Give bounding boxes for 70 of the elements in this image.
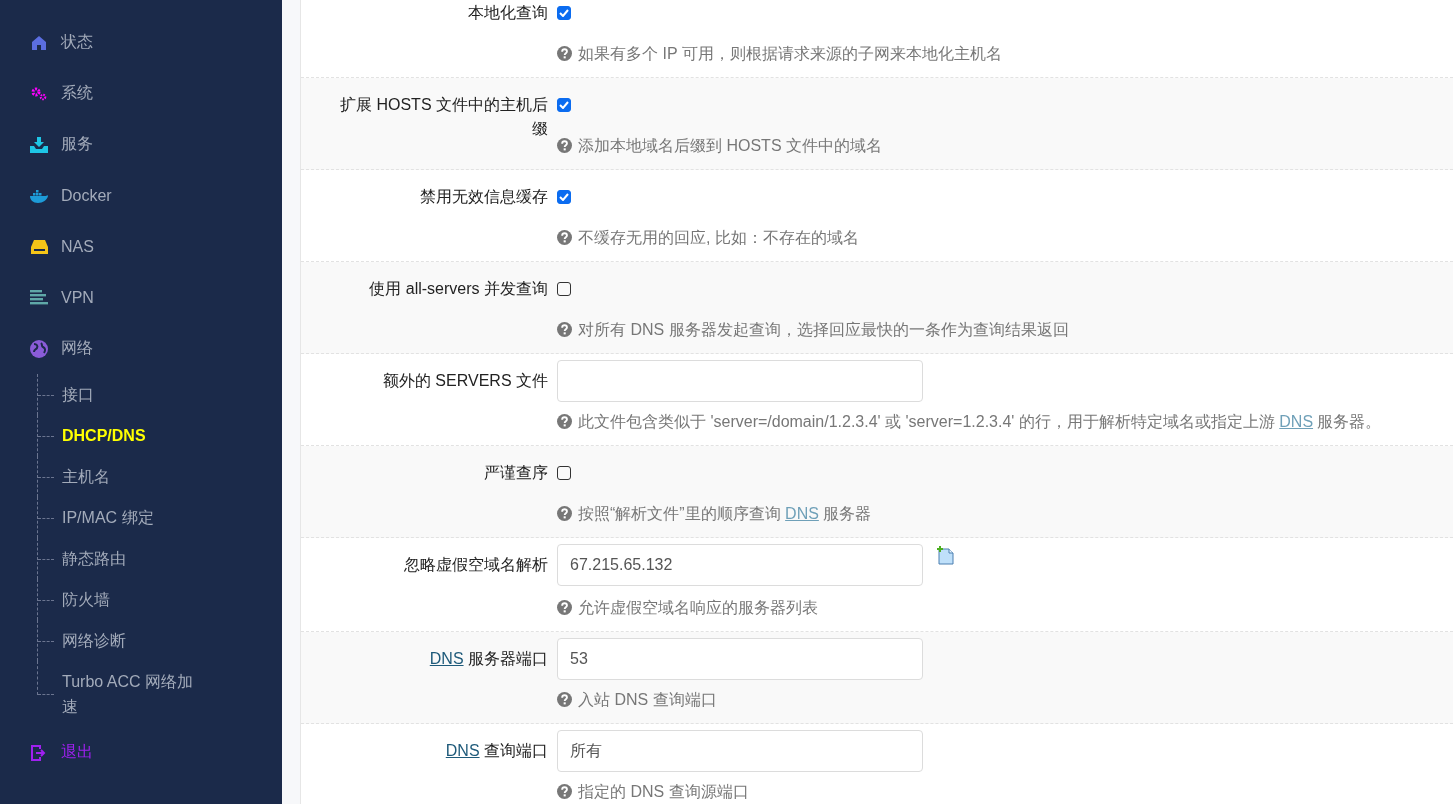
input-field[interactable] — [557, 360, 923, 402]
field-label: 额外的 SERVERS 文件 — [382, 372, 548, 389]
field-label: 本地化查询 — [468, 4, 548, 21]
submenu-item[interactable]: 防火墙 — [62, 579, 110, 620]
help-icon — [557, 692, 572, 707]
help-icon — [557, 600, 572, 615]
lines-icon — [30, 290, 48, 305]
input-field[interactable]: 所有 — [557, 730, 923, 772]
input-field[interactable]: 67.215.65.132 — [557, 544, 923, 586]
submenu-item[interactable]: 网络诊断 — [62, 620, 126, 661]
gears-icon — [30, 85, 48, 102]
help-icon — [557, 322, 572, 337]
checkbox[interactable] — [557, 466, 571, 480]
submenu-item[interactable]: Turbo ACC 网络加速 — [62, 661, 202, 727]
field-label: 禁用无效信息缓存 — [420, 188, 548, 205]
help-text: 如果有多个 IP 可用，则根据请求来源的子网来本地化主机名 — [578, 44, 1002, 64]
tree-connector — [37, 497, 54, 538]
help-icon — [557, 784, 572, 799]
download-icon — [30, 136, 48, 153]
submenu-item[interactable]: 主机名 — [62, 456, 110, 497]
help-text: 添加本地域名后缀到 HOSTS 文件中的域名 — [578, 136, 882, 156]
field-label: DNS 查询端口 — [445, 742, 548, 759]
menu-item[interactable]: Docker — [61, 186, 112, 205]
menu-item[interactable]: 网络 — [61, 338, 93, 359]
field-label: 使用 all-servers 并发查询 — [369, 280, 548, 297]
dns-link[interactable]: DNS — [445, 742, 480, 759]
field-label: 忽略虚假空域名解析 — [404, 556, 548, 573]
tree-connector — [37, 538, 54, 579]
menu-item[interactable]: 服务 — [61, 134, 93, 155]
dns-link[interactable]: DNS — [429, 650, 464, 667]
menu-item[interactable]: 状态 — [61, 32, 93, 53]
submenu-item[interactable]: DHCP/DNS — [62, 415, 146, 456]
submenu-item[interactable]: IP/MAC 绑定 — [62, 497, 154, 538]
tree-connector — [37, 374, 54, 415]
tree-connector — [37, 661, 54, 695]
help-text: 指定的 DNS 查询源端口 — [578, 782, 749, 802]
globe-icon — [30, 339, 48, 358]
help-text: 此文件包含类似于 'server=/domain/1.2.3.4' 或 'server=1.2.3.4' 的行，用于解析特定域名或指定上游 DNS 服务器。 — [578, 412, 1382, 432]
checkbox[interactable] — [557, 6, 571, 20]
help-icon — [557, 506, 572, 521]
help-text: 按照“解析文件”里的顺序查询 DNS 服务器 — [578, 504, 872, 524]
menu-item[interactable]: VPN — [61, 288, 94, 307]
checkbox[interactable] — [557, 98, 571, 112]
help-text: 不缓存无用的回应, 比如：不存在的域名 — [578, 228, 859, 248]
field-label: 严谨查序 — [484, 464, 548, 481]
field-label: 扩展 HOSTS 文件中的主机后缀 — [340, 96, 548, 137]
whale-icon — [30, 188, 48, 203]
help-text: 允许虚假空域名响应的服务器列表 — [578, 598, 818, 618]
checkbox[interactable] — [557, 190, 571, 204]
home-icon — [31, 34, 47, 51]
submenu-item[interactable]: 接口 — [62, 374, 94, 415]
submenu-item[interactable]: 静态路由 — [62, 538, 126, 579]
tree-connector — [37, 620, 54, 661]
help-text: 入站 DNS 查询端口 — [578, 690, 717, 710]
menu-item[interactable]: NAS — [61, 237, 94, 256]
tree-connector — [37, 415, 54, 456]
input-field[interactable]: 53 — [557, 638, 923, 680]
logout-icon — [31, 744, 47, 761]
tree-connector — [37, 456, 54, 497]
help-icon — [557, 230, 572, 245]
drive-icon — [30, 239, 48, 254]
help-icon — [557, 46, 572, 61]
help-icon — [557, 414, 572, 429]
menu-item[interactable]: 系统 — [61, 83, 93, 104]
help-text: 对所有 DNS 服务器发起查询，选择回应最快的一条作为查询结果返回 — [578, 320, 1069, 340]
tree-connector — [37, 579, 54, 620]
help-icon — [557, 138, 572, 153]
checkbox[interactable] — [557, 282, 571, 296]
add-file-icon[interactable] — [936, 546, 955, 565]
field-label: DNS 服务器端口 — [429, 650, 548, 667]
